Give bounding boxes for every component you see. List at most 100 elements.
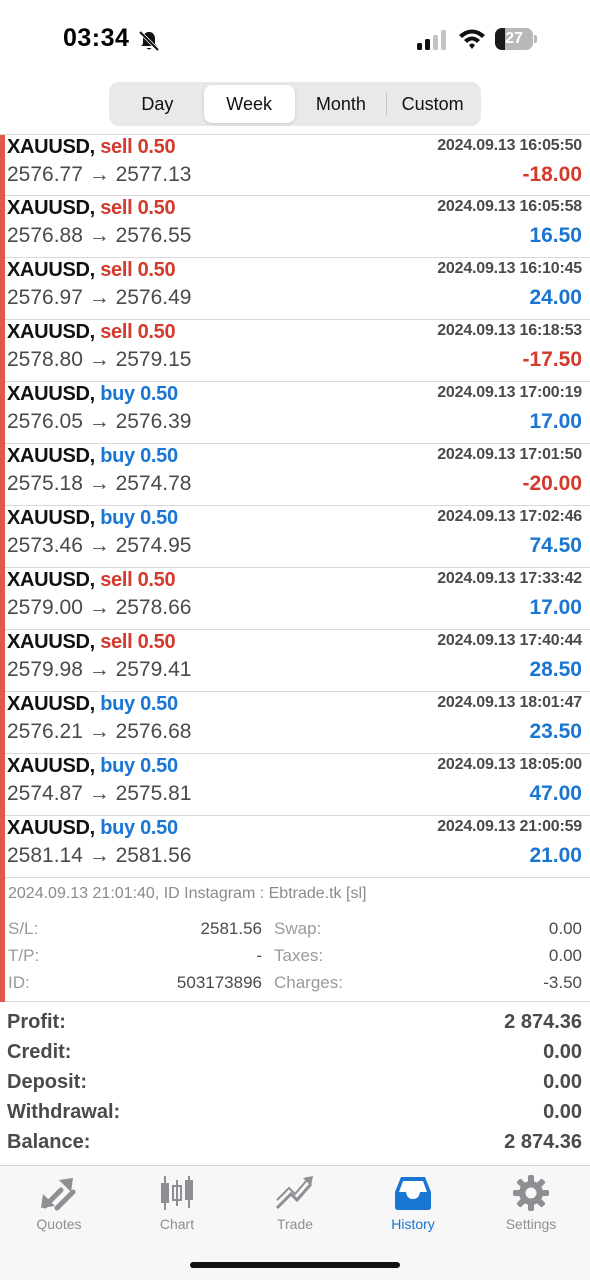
sl-label: S/L: (8, 919, 39, 938)
deal-time: 2024.09.13 17:40:44 (437, 632, 582, 649)
profit-label: Profit: (7, 1011, 66, 1033)
summary-row-deposit: Deposit: 0.00 (0, 1070, 590, 1100)
deal-symbol: XAUUSD, sell 0.50 (7, 259, 176, 282)
summary-row-credit: Credit: 0.00 (0, 1040, 590, 1070)
tp-value: - (256, 946, 262, 965)
tab-settings-label: Settings (505, 1216, 557, 1232)
deal-prices: 2575.18 → 2574.78 (7, 472, 192, 495)
deal-symbol: XAUUSD, buy 0.50 (7, 383, 178, 406)
summary-row-balance: Balance: 2 874.36 (0, 1130, 590, 1160)
deal-side-volume: sell 0.50 (100, 321, 176, 343)
deal-symbol-name: XAUUSD, (7, 755, 95, 777)
deal-side-volume: buy 0.50 (100, 445, 178, 467)
sl-value: 2581.56 (200, 919, 262, 938)
swap-value: 0.00 (548, 919, 582, 938)
tab-settings[interactable]: Settings (472, 1174, 590, 1238)
deal-prices: 2576.97 → 2576.49 (7, 286, 192, 309)
deal-prices: 2576.05 → 2576.39 (7, 410, 192, 433)
charges-value: -3.50 (543, 973, 582, 992)
tab-chart[interactable]: Chart (118, 1174, 236, 1238)
deal-symbol: XAUUSD, sell 0.50 (7, 136, 176, 159)
deal-comment: 2024.09.13 21:01:40, ID Instagram : Ebtr… (8, 885, 367, 902)
deal-row[interactable]: XAUUSD, buy 0.50 2024.09.13 17:01:50 2575.… (0, 444, 590, 506)
chart-icon (161, 1176, 193, 1210)
deal-row[interactable]: XAUUSD, buy 0.50 2024.09.13 21:00:59 2581.… (0, 816, 590, 878)
deal-profit: 74.50 (529, 534, 582, 557)
deal-profit: 16.50 (529, 224, 582, 247)
wifi-icon (459, 29, 485, 49)
deal-row[interactable]: XAUUSD, sell 0.50 2024.09.13 16:05:58 2576… (0, 196, 590, 258)
deal-row[interactable]: XAUUSD, sell 0.50 2024.09.13 16:18:53 2578… (0, 320, 590, 382)
balance-value: 2 874.36 (504, 1131, 582, 1153)
deal-symbol: XAUUSD, sell 0.50 (7, 569, 176, 592)
deal-time: 2024.09.13 16:18:53 (437, 322, 582, 339)
tab-chart-label: Chart (159, 1216, 195, 1232)
tab-history-label: History (391, 1216, 435, 1232)
withdrawal-value: 0.00 (543, 1101, 582, 1123)
deal-symbol: XAUUSD, buy 0.50 (7, 693, 178, 716)
deal-row[interactable]: XAUUSD, sell 0.50 2024.09.13 16:10:45 2576… (0, 258, 590, 320)
tab-quotes[interactable]: Quotes (0, 1174, 118, 1238)
deal-prices: 2573.46 → 2574.95 (7, 534, 192, 557)
deal-time: 2024.09.13 17:33:42 (437, 570, 582, 587)
credit-value: 0.00 (543, 1041, 582, 1063)
battery-level: 27 (505, 30, 523, 47)
deal-symbol: XAUUSD, sell 0.50 (7, 197, 176, 220)
home-indicator (190, 1262, 400, 1268)
deal-symbol: XAUUSD, buy 0.50 (7, 817, 178, 840)
deal-prices: 2581.14 → 2581.56 (7, 844, 192, 867)
deposit-label: Deposit: (7, 1071, 87, 1093)
deal-symbol-name: XAUUSD, (7, 817, 95, 839)
deal-time: 2024.09.13 16:10:45 (437, 260, 582, 277)
account-summary: Profit: 2 874.36 Credit: 0.00 Deposit: 0… (0, 1010, 590, 1160)
tab-trade[interactable]: Trade (236, 1174, 354, 1238)
deal-symbol-name: XAUUSD, (7, 693, 95, 715)
deal-time: 2024.09.13 17:01:50 (437, 446, 582, 463)
deal-symbol-name: XAUUSD, (7, 321, 95, 343)
swap-label: Swap: (274, 919, 322, 938)
deal-profit: 23.50 (529, 720, 582, 743)
deal-time: 2024.09.13 16:05:58 (437, 198, 582, 215)
deal-row[interactable]: XAUUSD, buy 0.50 2024.09.13 18:05:00 2574.… (0, 754, 590, 816)
deal-row[interactable]: XAUUSD, buy 0.50 2024.09.13 17:00:19 2576.… (0, 382, 590, 444)
deal-time: 2024.09.13 18:05:00 (437, 756, 582, 773)
deal-details: 2024.09.13 21:01:40, ID Instagram : Ebtr… (0, 878, 590, 1002)
deal-prices: 2576.88 → 2576.55 (7, 224, 192, 247)
quotes-icon (41, 1178, 76, 1211)
tab-day[interactable]: Day (112, 85, 203, 123)
id-value: 503173896 (176, 973, 262, 992)
deal-symbol-name: XAUUSD, (7, 445, 95, 467)
status-bar: 03:34 27 (0, 0, 590, 80)
deal-row[interactable]: XAUUSD, buy 0.50 2024.09.13 17:02:46 2573.… (0, 506, 590, 568)
tab-month[interactable]: Month (296, 85, 387, 123)
deal-symbol: XAUUSD, buy 0.50 (7, 755, 178, 778)
status-time: 03:34 (63, 24, 130, 52)
tab-custom[interactable]: Custom (387, 85, 478, 123)
cellular-signal-icon (417, 30, 446, 50)
tab-week[interactable]: Week (203, 85, 295, 123)
deal-profit: 28.50 (529, 658, 582, 681)
deal-profit: -17.50 (522, 348, 582, 371)
deal-side-volume: buy 0.50 (100, 817, 178, 839)
deal-prices: 2579.00 → 2578.66 (7, 596, 192, 619)
tp-label: T/P: (8, 946, 40, 965)
deal-side-volume: sell 0.50 (100, 136, 176, 158)
deal-row[interactable]: XAUUSD, sell 0.50 2024.09.13 17:40:44 2579… (0, 630, 590, 692)
tab-trade-label: Trade (276, 1216, 314, 1232)
tab-history[interactable]: History (354, 1174, 472, 1238)
charges-label: Charges: (274, 973, 343, 992)
deal-row[interactable]: XAUUSD, buy 0.50 2024.09.13 18:01:47 2576.… (0, 692, 590, 754)
deal-profit: 21.00 (529, 844, 582, 867)
deal-profit: 47.00 (529, 782, 582, 805)
deal-side-volume: sell 0.50 (100, 569, 176, 591)
deposit-value: 0.00 (543, 1071, 582, 1093)
deals-list: XAUUSD, sell 0.50 2024.09.13 16:05:50 2576… (0, 134, 590, 1002)
deal-symbol-name: XAUUSD, (7, 197, 95, 219)
period-segmented-control: Day Week Month Custom (109, 82, 481, 126)
deal-row[interactable]: XAUUSD, sell 0.50 2024.09.13 17:33:42 2579… (0, 568, 590, 630)
deal-time: 2024.09.13 17:02:46 (437, 508, 582, 525)
deal-row[interactable]: XAUUSD, sell 0.50 2024.09.13 16:05:50 2576… (0, 134, 590, 196)
balance-label: Balance: (7, 1131, 91, 1153)
deal-prices: 2579.98 → 2579.41 (7, 658, 192, 681)
deal-symbol-name: XAUUSD, (7, 383, 95, 405)
